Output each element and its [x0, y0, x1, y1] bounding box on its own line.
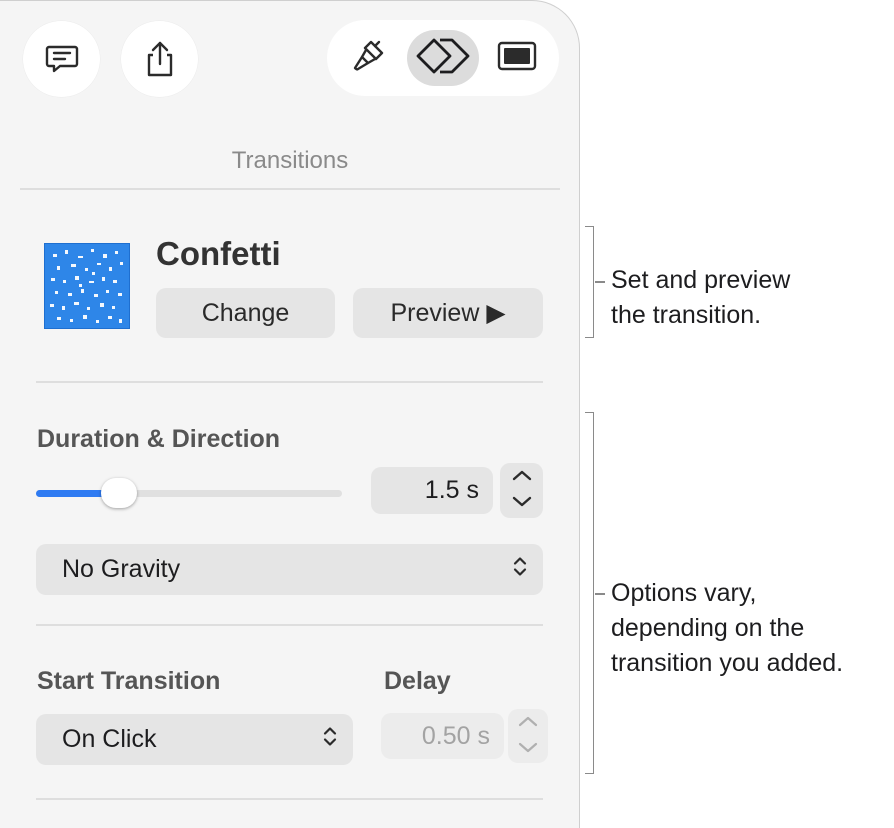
animate-button[interactable]	[407, 30, 479, 86]
transition-thumbnail	[44, 243, 130, 329]
duration-slider-knob[interactable]	[101, 478, 137, 508]
delay-label: Delay	[384, 667, 451, 695]
inspector-mode-group	[327, 20, 559, 96]
options-bracket	[585, 412, 594, 774]
comment-button[interactable]	[23, 21, 100, 97]
callout-line: the transition.	[611, 301, 762, 329]
comment-bubble-icon	[44, 41, 80, 77]
stepper-up-icon[interactable]	[517, 714, 539, 732]
callout-line: Options vary,	[611, 579, 757, 607]
start-transition-value: On Click	[62, 725, 157, 753]
animate-diamond-icon	[416, 37, 470, 80]
start-transition-label: Start Transition	[37, 667, 221, 695]
document-icon	[497, 40, 537, 77]
share-button[interactable]	[121, 21, 198, 97]
format-button[interactable]	[341, 30, 397, 86]
duration-label: Duration & Direction	[37, 425, 281, 453]
start-transition-popup[interactable]: On Click	[36, 714, 353, 765]
duration-divider	[36, 624, 543, 626]
duration-field[interactable]: 1.5 s	[371, 467, 493, 514]
document-button[interactable]	[489, 30, 545, 86]
direction-popup[interactable]: No Gravity	[36, 544, 543, 595]
preview-button[interactable]: Preview ▶	[353, 288, 543, 338]
set-preview-tick	[595, 281, 605, 283]
callout-line: transition you added.	[611, 649, 844, 677]
change-button[interactable]: Change	[156, 288, 335, 338]
share-icon	[142, 39, 178, 79]
popup-chevron-icon	[323, 725, 337, 754]
set-preview-bracket	[585, 226, 594, 338]
delay-stepper[interactable]	[508, 709, 548, 763]
stepper-down-icon[interactable]	[517, 741, 539, 759]
popup-chevron-icon	[513, 555, 527, 584]
set-preview-callout: Set and preview the transition.	[611, 263, 790, 333]
direction-value: No Gravity	[62, 555, 181, 583]
transition-divider	[36, 381, 543, 383]
stepper-down-icon[interactable]	[511, 495, 533, 513]
callout-line: depending on the	[611, 614, 805, 642]
options-tick	[595, 593, 605, 595]
options-callout: Options vary, depending on the transitio…	[611, 576, 843, 681]
section-title: Transitions	[231, 147, 349, 174]
callout-line: Set and preview	[611, 266, 791, 294]
transition-name: Confetti	[156, 235, 281, 272]
title-divider	[20, 188, 560, 190]
duration-stepper[interactable]	[500, 463, 543, 518]
paintbrush-icon	[351, 38, 387, 79]
stepper-up-icon[interactable]	[511, 468, 533, 486]
start-divider	[36, 798, 543, 800]
inspector-panel: Transitions Confetti Change Preview ▶ Du…	[0, 0, 580, 828]
duration-slider[interactable]	[36, 490, 342, 497]
delay-field[interactable]: 0.50 s	[381, 713, 504, 759]
